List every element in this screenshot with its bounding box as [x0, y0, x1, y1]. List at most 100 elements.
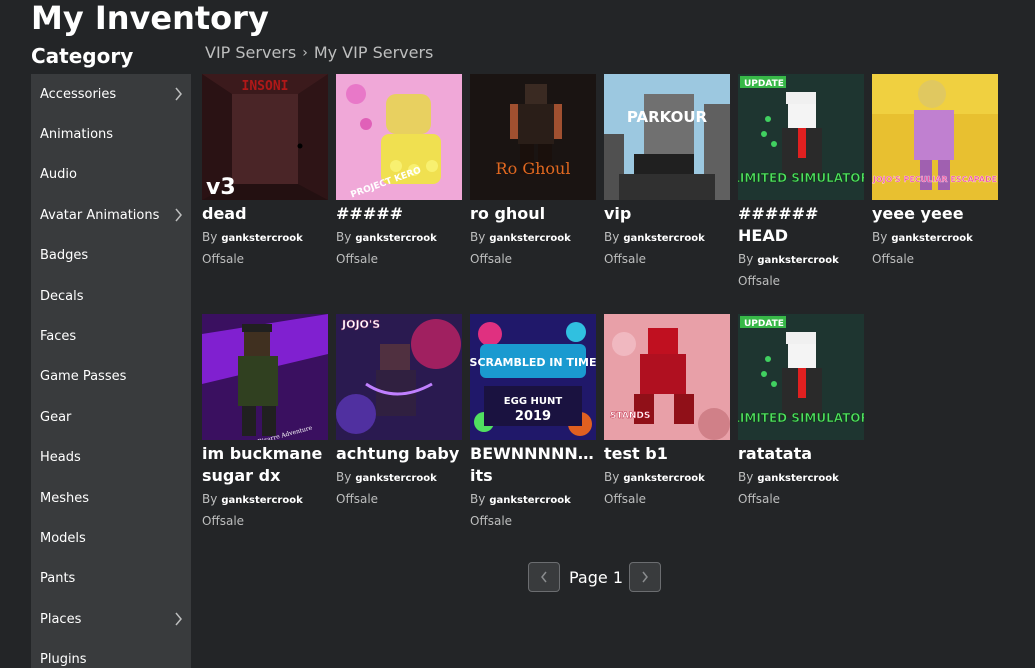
item-thumbnail[interactable]: JOJO'S — [336, 314, 462, 440]
sidebar-item-places[interactable]: Places — [31, 599, 191, 639]
item-card[interactable]: UPDATE LIMITED SIMULATOR ###### HEAD By g… — [738, 74, 864, 291]
item-card[interactable]: JOJO'S PECULIAR ESCAPADE yeee yeee By gan… — [872, 74, 998, 269]
creator-line: By gankstercrook — [202, 489, 328, 511]
breadcrumb-current: My VIP Servers — [313, 43, 434, 62]
item-name[interactable]: yeee yeee — [872, 203, 998, 225]
item-name[interactable]: ###### HEAD — [738, 203, 864, 247]
creator-link[interactable]: gankstercrook — [221, 495, 302, 506]
breadcrumb: VIP Servers › My VIP Servers — [205, 43, 433, 63]
by-label: By — [202, 230, 218, 244]
creator-link[interactable]: gankstercrook — [489, 233, 570, 244]
creator-link[interactable]: gankstercrook — [757, 255, 838, 266]
item-card[interactable]: PROJECT KERO ##### By gankstercrook Offsa… — [336, 74, 462, 269]
svg-text:INSONI: INSONI — [242, 79, 289, 94]
item-name[interactable]: ro ghoul — [470, 203, 596, 225]
breadcrumb-parent[interactable]: VIP Servers — [205, 43, 296, 63]
sidebar-item-avatar-animations[interactable]: Avatar Animations — [31, 195, 191, 235]
item-card[interactable]: SCRAMBLED IN TIME EGG HUNT 2019 BEWNNNNN… — [470, 314, 596, 531]
price-status: Offsale — [604, 252, 647, 266]
svg-text:2019: 2019 — [515, 409, 551, 424]
by-label: By — [336, 470, 352, 484]
sidebar-item-models[interactable]: Models — [31, 518, 191, 558]
creator-line: By gankstercrook — [738, 249, 864, 271]
chevron-left-icon — [541, 571, 547, 583]
item-name[interactable]: dead — [202, 203, 328, 225]
creator-link[interactable]: gankstercrook — [623, 473, 704, 484]
item-name[interactable]: ##### — [336, 203, 462, 225]
item-card[interactable]: INSONI v3 dead By gankstercrook Offsale — [202, 74, 328, 269]
item-name[interactable]: test b1 — [604, 443, 730, 465]
svg-text:UPDATE: UPDATE — [744, 79, 784, 89]
item-name[interactable]: BEWNNNNNNNNNNNNN its — [470, 443, 596, 487]
by-label: By — [470, 492, 486, 506]
creator-line: By gankstercrook — [738, 467, 864, 489]
sidebar-item-faces[interactable]: Faces — [31, 316, 191, 356]
item-name[interactable]: ratatata — [738, 443, 864, 465]
creator-link[interactable]: gankstercrook — [355, 473, 436, 484]
by-label: By — [202, 492, 218, 506]
prev-page-button[interactable] — [528, 562, 560, 592]
by-label: By — [470, 230, 486, 244]
by-label: By — [872, 230, 888, 244]
sidebar-item-game-passes[interactable]: Game Passes — [31, 357, 191, 397]
item-card[interactable]: JOJO'S achtung baby By gankstercrook Offs… — [336, 314, 462, 509]
item-name[interactable]: vip — [604, 203, 730, 225]
sidebar-item-label: Models — [40, 530, 86, 546]
sidebar-item-gear[interactable]: Gear — [31, 397, 191, 437]
svg-text:SCRAMBLED IN TIME: SCRAMBLED IN TIME — [470, 356, 596, 369]
creator-link[interactable]: gankstercrook — [355, 233, 436, 244]
item-name[interactable]: im buckmane sugar dx — [202, 443, 328, 487]
sidebar-item-meshes[interactable]: Meshes — [31, 478, 191, 518]
item-thumbnail[interactable]: UPDATE LIMITED SIMULATOR — [738, 74, 864, 200]
character-thumbnail-icon: Ro Ghoul — [470, 74, 596, 200]
sidebar-item-label: Plugins — [40, 652, 87, 668]
creator-link[interactable]: gankstercrook — [623, 233, 704, 244]
sidebar-item-pants[interactable]: Pants — [31, 559, 191, 599]
room-thumbnail-icon: INSONI v3 — [202, 74, 328, 200]
by-label: By — [336, 230, 352, 244]
chevron-right-icon — [175, 87, 182, 101]
item-name[interactable]: achtung baby — [336, 443, 462, 465]
by-label: By — [604, 470, 620, 484]
item-thumbnail[interactable]: STANDS — [604, 314, 730, 440]
item-thumbnail[interactable]: UPDATE LIMITED SIMULATOR — [738, 314, 864, 440]
item-card[interactable]: Bizarre Adventure im buckmane sugar dx B… — [202, 314, 328, 531]
creator-link[interactable]: gankstercrook — [757, 473, 838, 484]
item-thumbnail[interactable]: PROJECT KERO — [336, 74, 462, 200]
svg-text:UPDATE: UPDATE — [744, 319, 784, 329]
creator-link[interactable]: gankstercrook — [221, 233, 302, 244]
item-thumbnail[interactable]: Ro Ghoul — [470, 74, 596, 200]
item-thumbnail[interactable]: SCRAMBLED IN TIME EGG HUNT 2019 — [470, 314, 596, 440]
sidebar-item-accessories[interactable]: Accessories — [31, 74, 191, 114]
item-card[interactable]: STANDS test b1 By gankstercrook Offsale — [604, 314, 730, 509]
next-page-button[interactable] — [629, 562, 661, 592]
sidebar-item-audio[interactable]: Audio — [31, 155, 191, 195]
item-card[interactable]: Ro Ghoul ro ghoul By gankstercrook Offsal… — [470, 74, 596, 269]
price-status: Offsale — [470, 514, 513, 528]
svg-text:LIMITED SIMULATOR: LIMITED SIMULATOR — [738, 171, 864, 185]
event-thumbnail-icon: SCRAMBLED IN TIME EGG HUNT 2019 — [470, 314, 596, 440]
svg-text:v3: v3 — [206, 175, 236, 200]
by-label: By — [738, 470, 754, 484]
sidebar-item-heads[interactable]: Heads — [31, 438, 191, 478]
chevron-right-icon — [175, 612, 182, 626]
character-thumbnail-icon: JOJO'S PECULIAR ESCAPADE — [872, 74, 998, 200]
sidebar-item-label: Places — [40, 611, 82, 627]
sidebar-item-label: Audio — [40, 167, 77, 183]
character-thumbnail-icon: STANDS — [604, 314, 730, 440]
city-thumbnail-icon: PARKOUR — [604, 74, 730, 200]
item-card[interactable]: PARKOUR vip By gankstercrook Offsale — [604, 74, 730, 269]
creator-link[interactable]: gankstercrook — [489, 495, 570, 506]
creator-link[interactable]: gankstercrook — [891, 233, 972, 244]
sidebar-item-label: Accessories — [40, 86, 117, 102]
item-card[interactable]: UPDATE LIMITED SIMULATOR ratatata By gank… — [738, 314, 864, 509]
sidebar-item-badges[interactable]: Badges — [31, 236, 191, 276]
item-thumbnail[interactable]: INSONI v3 — [202, 74, 328, 200]
item-thumbnail[interactable]: JOJO'S PECULIAR ESCAPADE — [872, 74, 998, 200]
item-thumbnail[interactable]: Bizarre Adventure — [202, 314, 328, 440]
item-thumbnail[interactable]: PARKOUR — [604, 74, 730, 200]
sidebar-item-plugins[interactable]: Plugins — [31, 639, 191, 668]
sidebar-item-animations[interactable]: Animations — [31, 114, 191, 154]
price-status: Offsale — [336, 252, 379, 266]
sidebar-item-decals[interactable]: Decals — [31, 276, 191, 316]
